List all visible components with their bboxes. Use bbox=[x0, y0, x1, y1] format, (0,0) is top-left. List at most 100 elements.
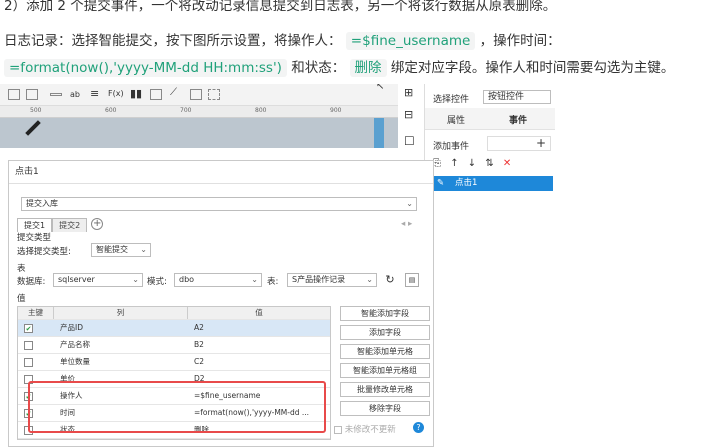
tab-submit-2[interactable]: 提交2 bbox=[52, 218, 88, 232]
event-item-selected[interactable]: ✎ 点击1 bbox=[431, 176, 553, 191]
control-select-value: 按钮控件 bbox=[488, 92, 525, 102]
primary-key-cell bbox=[18, 337, 54, 353]
table-row[interactable]: ✔ 产品ID A2 bbox=[18, 320, 330, 337]
primary-key-checkbox[interactable] bbox=[24, 341, 33, 350]
inline-code-format: =format(now(),'yyyy-MM-dd HH:mm:ss') bbox=[4, 59, 287, 77]
db-value: sqlserver bbox=[58, 275, 95, 284]
tab-scroll-icons[interactable]: ◂ ▸ bbox=[401, 219, 412, 229]
add-event-label: 添加事件 bbox=[433, 142, 470, 152]
dialog-divider bbox=[9, 183, 433, 184]
chevron-down-icon: ⌄ bbox=[406, 199, 413, 208]
col-value-header: 值 bbox=[255, 308, 263, 317]
column-name-cell[interactable]: 单位数量 bbox=[60, 354, 188, 370]
ruler: 500 600 700 800 900 bbox=[0, 106, 398, 118]
cell-icon[interactable]: ⊞ bbox=[404, 86, 413, 99]
table-value: S产品操作记录 bbox=[292, 275, 346, 284]
ruler-tick: 600 bbox=[105, 107, 117, 114]
frame-icon[interactable] bbox=[190, 89, 202, 100]
submit-kind-select[interactable]: 提交入库 ⌄ bbox=[21, 197, 417, 211]
highlight-box bbox=[28, 381, 326, 433]
inline-code-username: =$fine_username bbox=[345, 32, 476, 50]
column-name-cell[interactable]: 产品名称 bbox=[60, 337, 188, 353]
delete-icon[interactable]: ✕ bbox=[503, 158, 511, 169]
report-canvas[interactable] bbox=[0, 118, 398, 148]
dialog-title: 点击1 bbox=[15, 167, 39, 177]
widget-icon[interactable]: ☐ bbox=[404, 134, 415, 148]
sort-icon[interactable]: ⇅ bbox=[485, 158, 493, 169]
ruler-tick: 500 bbox=[30, 107, 42, 114]
copy-icon[interactable]: ⎘ bbox=[433, 158, 441, 169]
tab-events[interactable]: 事件 bbox=[509, 113, 527, 126]
grid-header: 主键 列 值 bbox=[18, 307, 330, 320]
submit-tabs: 提交1 提交2 + bbox=[17, 218, 104, 232]
submit-type-value: 智能提交 bbox=[96, 245, 128, 254]
align-icon[interactable]: ≡ bbox=[90, 87, 99, 100]
value-cell[interactable]: A2 bbox=[194, 320, 328, 336]
text-widget-icon[interactable]: ab bbox=[70, 90, 80, 99]
tab-properties[interactable]: 属性 bbox=[447, 113, 465, 126]
smart-add-cell-group-button[interactable]: 智能添加单元格组 bbox=[340, 363, 430, 378]
doc-line-2: 日志记录：选择智能提交，按下图所示设置，将操作人： =$fine_usernam… bbox=[4, 29, 561, 50]
grid-icon[interactable] bbox=[26, 89, 38, 100]
add-tab-icon[interactable]: + bbox=[91, 218, 104, 230]
ruler-tick: 900 bbox=[330, 107, 342, 114]
table-select[interactable]: S产品操作记录 ⌄ bbox=[287, 273, 377, 287]
table-row[interactable]: 单位数量 C2 bbox=[18, 354, 330, 371]
column-name-cell[interactable]: 产品ID bbox=[60, 320, 188, 336]
unmodified-label: 未修改不更新 bbox=[344, 425, 396, 435]
edit-icon bbox=[25, 120, 41, 136]
arrow-up-icon[interactable]: ↑ bbox=[450, 158, 458, 169]
tab-submit-1[interactable]: 提交1 bbox=[17, 218, 53, 232]
schema-label: 模式: bbox=[147, 277, 167, 287]
table-icon[interactable] bbox=[8, 89, 20, 100]
ruler-tick: 700 bbox=[180, 107, 192, 114]
arrow-down-icon[interactable]: ↓ bbox=[468, 158, 476, 169]
value-cell[interactable]: C2 bbox=[194, 354, 328, 370]
ruler-tick: 800 bbox=[255, 107, 267, 114]
add-field-button[interactable]: 添加字段 bbox=[340, 325, 430, 340]
chevron-down-icon: ⌄ bbox=[140, 245, 147, 254]
add-event-button[interactable]: + bbox=[487, 136, 551, 151]
smart-add-field-button[interactable]: 智能添加字段 bbox=[340, 306, 430, 321]
inline-code-delete: 删除 bbox=[349, 59, 387, 77]
table-row[interactable]: 产品名称 B2 bbox=[18, 337, 330, 354]
submit-type-select[interactable]: 智能提交 ⌄ bbox=[91, 243, 151, 257]
bar-chart-icon[interactable]: ▮▮ bbox=[130, 87, 142, 100]
line-icon[interactable] bbox=[50, 93, 62, 96]
panel-tabs: 属性 事件 bbox=[425, 108, 555, 130]
unmodified-checkbox[interactable] bbox=[334, 425, 342, 434]
doc-line-3: =format(now(),'yyyy-MM-dd HH:mm:ss') 和状态… bbox=[4, 56, 674, 77]
chevron-down-icon: ⌄ bbox=[366, 275, 373, 284]
event-item-label: 点击1 bbox=[455, 178, 478, 188]
db-select[interactable]: sqlserver ⌄ bbox=[53, 273, 143, 287]
formula-icon[interactable]: F(x) bbox=[108, 89, 124, 98]
db-label: 数据库: bbox=[17, 277, 46, 287]
schema-select[interactable]: dbo ⌄ bbox=[174, 273, 262, 287]
schema-value: dbo bbox=[179, 275, 195, 284]
refresh-icon[interactable]: ↻ bbox=[383, 273, 397, 287]
form-icon[interactable]: ⊟ bbox=[404, 108, 413, 121]
edit-event-icon: ✎ bbox=[437, 178, 445, 188]
value-cell[interactable]: B2 bbox=[194, 337, 328, 353]
col-column-header: 列 bbox=[54, 307, 188, 319]
unmodified-option[interactable]: 未修改不更新 bbox=[334, 423, 396, 435]
remove-field-button[interactable]: 移除字段 bbox=[340, 401, 430, 416]
control-select[interactable]: 按钮控件 bbox=[483, 90, 551, 104]
batch-edit-cells-button[interactable]: 批量修改单元格 bbox=[340, 382, 430, 397]
select-control-label: 选择控件 bbox=[433, 95, 470, 105]
chevron-down-icon: ⌄ bbox=[132, 275, 139, 284]
smart-add-cell-button[interactable]: 智能添加单元格 bbox=[340, 344, 430, 359]
help-icon[interactable]: ? bbox=[413, 422, 424, 433]
primary-key-checkbox[interactable] bbox=[24, 358, 33, 367]
primary-key-cell bbox=[18, 354, 54, 370]
section-submit-type: 提交类型 bbox=[17, 233, 52, 243]
section-table: 表 bbox=[17, 264, 26, 274]
col-key-header: 主键 bbox=[18, 307, 54, 319]
pen-icon[interactable]: ⟋ bbox=[170, 87, 177, 98]
table-preview-icon[interactable]: ▤ bbox=[405, 273, 419, 287]
doc-text: 日志记录：选择智能提交，按下图所示设置，将操作人： bbox=[4, 33, 342, 49]
primary-key-checkbox[interactable]: ✔ bbox=[24, 324, 33, 333]
image-icon[interactable] bbox=[150, 89, 162, 100]
chevron-down-icon: ⌄ bbox=[251, 275, 258, 284]
layout-icon[interactable] bbox=[208, 89, 220, 100]
